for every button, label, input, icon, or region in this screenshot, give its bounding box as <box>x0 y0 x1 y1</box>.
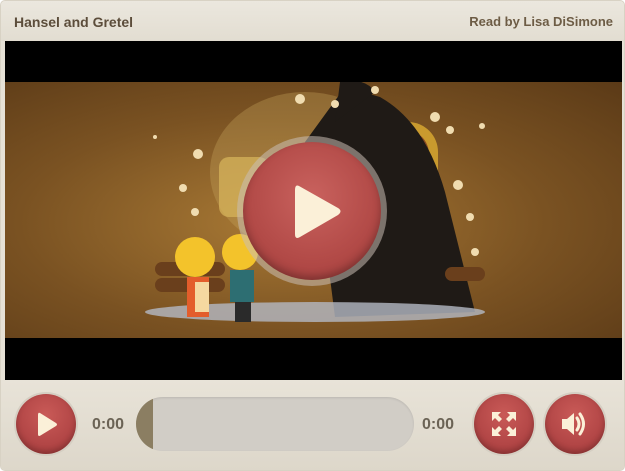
play-button[interactable] <box>16 394 76 454</box>
big-play-button-face <box>243 142 381 280</box>
narrator-credit: Read by Lisa DiSimone <box>469 14 613 29</box>
play-icon <box>38 412 57 436</box>
player-titlebar: Hansel and Gretel Read by Lisa DiSimone <box>1 1 624 41</box>
fullscreen-icon <box>492 412 516 436</box>
progress-bar[interactable] <box>136 397 414 451</box>
duration-time: 0:00 <box>422 416 455 433</box>
video-player: Hansel and Gretel Read by Lisa DiSimone <box>0 0 625 471</box>
current-time: 0:00 <box>92 416 125 433</box>
progress-fill <box>136 397 153 451</box>
play-icon <box>295 185 341 238</box>
fullscreen-button[interactable] <box>474 394 534 454</box>
video-area[interactable] <box>5 41 622 380</box>
volume-icon <box>562 412 585 436</box>
volume-button[interactable] <box>545 394 605 454</box>
control-bar: 0:00 0:00 <box>1 380 624 470</box>
big-play-button[interactable] <box>237 136 387 286</box>
story-title: Hansel and Gretel <box>14 14 134 30</box>
